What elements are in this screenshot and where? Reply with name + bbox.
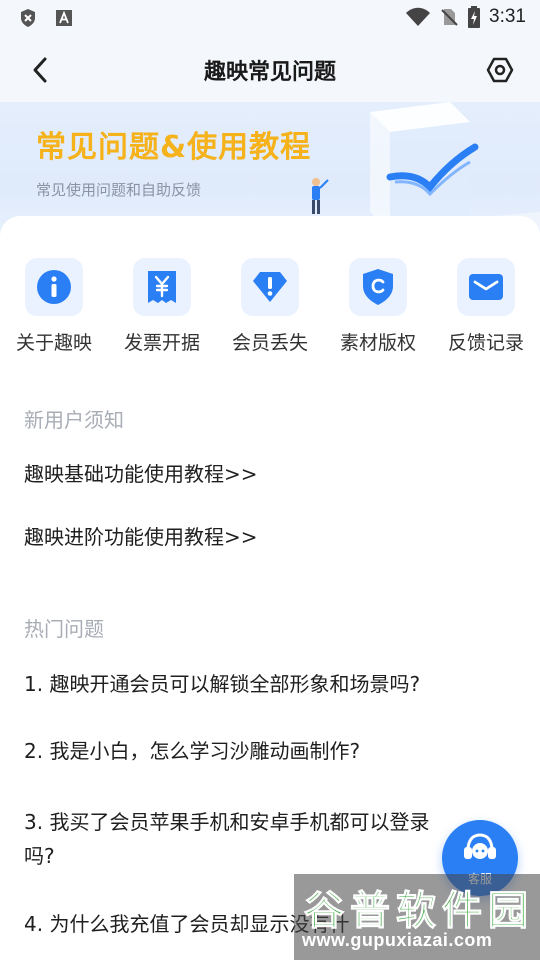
page-title: 趣映常见问题	[203, 60, 336, 85]
wifi-icon	[405, 7, 431, 27]
shortcut-icon-box	[25, 258, 83, 316]
shortcut-icon-box	[241, 258, 299, 316]
title-bar: 趣映常见问题	[0, 36, 540, 102]
shield-x-icon	[18, 8, 38, 28]
shield-copyright-icon	[363, 269, 393, 305]
site-watermark: 谷普软件园 www.gupuxiazai.com	[294, 874, 540, 960]
faq-item-3[interactable]: 3. 我买了会员苹果手机和安卓手机都可以登录	[24, 806, 524, 835]
watermark-brand: 谷普软件园	[304, 888, 534, 935]
shortcut-icon-box	[457, 258, 515, 316]
watermark-url: www.gupuxiazai.com	[302, 930, 493, 950]
shortcut-label: 素材版权	[339, 332, 416, 354]
banner-subtitle: 常见使用问题和自助反馈	[36, 181, 202, 199]
shortcut-label: 发票开据	[123, 332, 200, 354]
shortcut-membership-lost[interactable]: 会员丢失	[216, 258, 324, 355]
status-bar: 3:31	[0, 0, 540, 36]
tutorial-link-basic[interactable]: 趣映基础功能使用教程>>	[24, 458, 524, 487]
section-heading-hot: 热门问题	[24, 617, 104, 641]
faq-item-1[interactable]: 1. 趣映开通会员可以解锁全部形象和场景吗?	[24, 668, 524, 697]
shortcut-icon-box	[349, 258, 407, 316]
shortcut-label: 关于趣映	[15, 332, 92, 354]
settings-button[interactable]	[482, 52, 518, 88]
diamond-alert-icon	[253, 272, 287, 302]
receipt-yen-icon	[148, 271, 176, 303]
mail-icon	[469, 274, 503, 300]
font-a-icon	[54, 8, 74, 28]
info-icon	[37, 270, 71, 304]
section-heading-new-user: 新用户须知	[24, 408, 124, 432]
battery-charging-icon	[467, 6, 481, 28]
hexagon-settings-icon	[486, 57, 514, 83]
banner-title: 常见问题&使用教程	[36, 130, 312, 165]
faq-item-2[interactable]: 2. 我是小白，怎么学习沙雕动画制作?	[24, 735, 524, 764]
shortcut-copyright[interactable]: 素材版权	[324, 258, 432, 355]
headset-icon	[464, 833, 496, 859]
shortcut-icon-box	[133, 258, 191, 316]
shortcut-about[interactable]: 关于趣映	[0, 258, 108, 355]
shortcut-invoice[interactable]: 发票开据	[108, 258, 216, 355]
tutorial-link-advanced[interactable]: 趣映进阶功能使用教程>>	[24, 521, 524, 550]
shortcut-feedback-records[interactable]: 反馈记录	[432, 258, 540, 355]
shortcut-label: 会员丢失	[231, 332, 308, 354]
no-sim-icon	[439, 7, 459, 27]
shortcut-grid: 关于趣映 发票开据 会员丢失 素材版权 反馈记录	[0, 258, 540, 355]
shortcut-label: 反馈记录	[447, 332, 524, 354]
clock: 3:31	[489, 6, 526, 27]
